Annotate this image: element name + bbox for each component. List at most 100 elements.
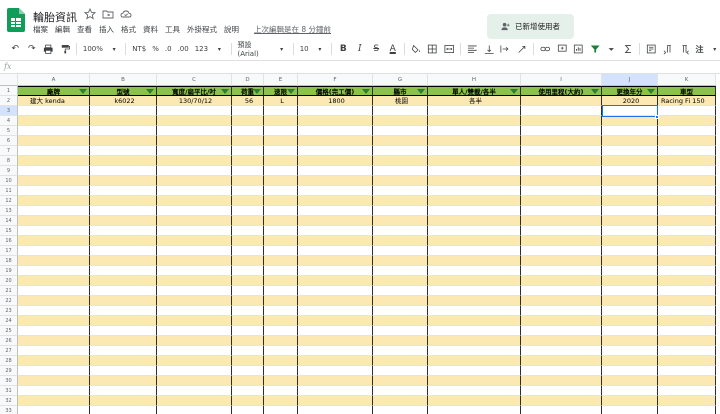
table-cell[interactable]	[90, 366, 157, 376]
table-cell[interactable]	[18, 236, 90, 246]
table-cell[interactable]	[373, 176, 428, 186]
table-cell[interactable]	[298, 406, 373, 414]
row-header-33[interactable]: 33	[0, 406, 18, 414]
table-cell[interactable]	[602, 246, 658, 256]
insert-link-icon[interactable]	[540, 43, 551, 55]
table-cell[interactable]	[90, 146, 157, 156]
select-all-corner[interactable]	[0, 74, 18, 86]
table-cell[interactable]	[232, 176, 264, 186]
table-cell[interactable]	[232, 326, 264, 336]
table-cell[interactable]	[298, 216, 373, 226]
italic-button[interactable]: I	[355, 43, 366, 55]
table-cell[interactable]	[90, 326, 157, 336]
menu-data[interactable]: 資料	[143, 24, 158, 35]
table-cell[interactable]	[373, 286, 428, 296]
menu-addons[interactable]: 外掛程式	[187, 24, 217, 35]
table-cell[interactable]	[658, 156, 716, 166]
table-cell[interactable]	[264, 126, 298, 136]
table-cell[interactable]	[602, 326, 658, 336]
table-cell[interactable]	[428, 406, 521, 414]
table-cell[interactable]	[90, 276, 157, 286]
table-cell[interactable]	[90, 106, 157, 116]
table-cell[interactable]	[157, 326, 232, 336]
table-cell[interactable]	[18, 116, 90, 126]
table-cell[interactable]	[157, 266, 232, 276]
table-cell[interactable]	[521, 206, 602, 216]
row-header-21[interactable]: 21	[0, 286, 18, 296]
table-cell[interactable]	[157, 286, 232, 296]
table-cell[interactable]	[373, 266, 428, 276]
table-cell[interactable]	[232, 356, 264, 366]
table-cell[interactable]	[157, 316, 232, 326]
table-cell[interactable]	[90, 316, 157, 326]
table-cell[interactable]	[658, 256, 716, 266]
table-cell[interactable]	[18, 326, 90, 336]
row-header-10[interactable]: 10	[0, 176, 18, 186]
chevron-down-icon[interactable]: ▾	[710, 43, 720, 55]
table-cell[interactable]	[264, 406, 298, 414]
row-header-6[interactable]: 6	[0, 136, 18, 146]
table-cell[interactable]	[90, 346, 157, 356]
table-cell[interactable]	[18, 346, 90, 356]
table-cell[interactable]	[18, 386, 90, 396]
table-cell[interactable]	[373, 206, 428, 216]
table-cell[interactable]	[521, 406, 602, 414]
table-cell[interactable]	[232, 266, 264, 276]
table-cell[interactable]	[428, 316, 521, 326]
share-button[interactable]: 已新增使用者	[487, 14, 574, 39]
table-cell[interactable]	[602, 276, 658, 286]
table-cell[interactable]	[264, 176, 298, 186]
table-cell[interactable]	[157, 186, 232, 196]
table-cell[interactable]	[428, 166, 521, 176]
table-cell[interactable]	[373, 186, 428, 196]
table-cell[interactable]	[157, 336, 232, 346]
table-cell[interactable]	[373, 196, 428, 206]
table-cell[interactable]	[264, 396, 298, 406]
table-cell[interactable]	[18, 256, 90, 266]
table-cell[interactable]	[298, 106, 373, 116]
table-cell[interactable]	[157, 156, 232, 166]
filter-dropdown-icon[interactable]	[510, 89, 518, 94]
sheets-logo-icon[interactable]	[7, 8, 25, 32]
table-cell[interactable]	[428, 216, 521, 226]
table-cell[interactable]	[658, 146, 716, 156]
table-cell[interactable]	[428, 236, 521, 246]
table-cell[interactable]	[18, 266, 90, 276]
table-cell[interactable]	[602, 336, 658, 346]
table-cell[interactable]	[373, 406, 428, 414]
table-cell[interactable]	[658, 106, 716, 116]
borders-icon[interactable]	[427, 43, 438, 55]
table-cell[interactable]	[428, 306, 521, 316]
table-cell[interactable]	[428, 276, 521, 286]
row-header-27[interactable]: 27	[0, 346, 18, 356]
column-header-k[interactable]: K	[658, 74, 716, 86]
table-cell[interactable]	[373, 106, 428, 116]
table-cell[interactable]	[232, 386, 264, 396]
table-cell[interactable]	[373, 396, 428, 406]
header-cell-h[interactable]: 單人/雙載/各半	[428, 86, 521, 96]
table-cell[interactable]	[298, 296, 373, 306]
table-cell[interactable]	[264, 196, 298, 206]
table-cell[interactable]	[428, 296, 521, 306]
table-cell[interactable]	[264, 346, 298, 356]
table-cell[interactable]	[264, 116, 298, 126]
table-cell[interactable]	[157, 176, 232, 186]
table-cell[interactable]	[602, 116, 658, 126]
table-cell[interactable]	[157, 386, 232, 396]
table-cell[interactable]	[373, 276, 428, 286]
filter-dropdown-icon[interactable]	[417, 89, 425, 94]
table-cell[interactable]	[373, 126, 428, 136]
print-icon[interactable]	[43, 43, 54, 55]
table-cell[interactable]	[602, 166, 658, 176]
table-cell[interactable]	[298, 116, 373, 126]
table-cell[interactable]	[658, 406, 716, 414]
table-cell[interactable]	[264, 236, 298, 246]
table-cell[interactable]	[18, 316, 90, 326]
table-cell[interactable]	[658, 126, 716, 136]
strikethrough-button[interactable]: S	[371, 43, 382, 55]
table-cell[interactable]	[602, 306, 658, 316]
table-cell[interactable]	[232, 106, 264, 116]
table-cell[interactable]	[232, 396, 264, 406]
table-cell[interactable]	[602, 156, 658, 166]
header-cell-k[interactable]: 車型	[658, 86, 716, 96]
